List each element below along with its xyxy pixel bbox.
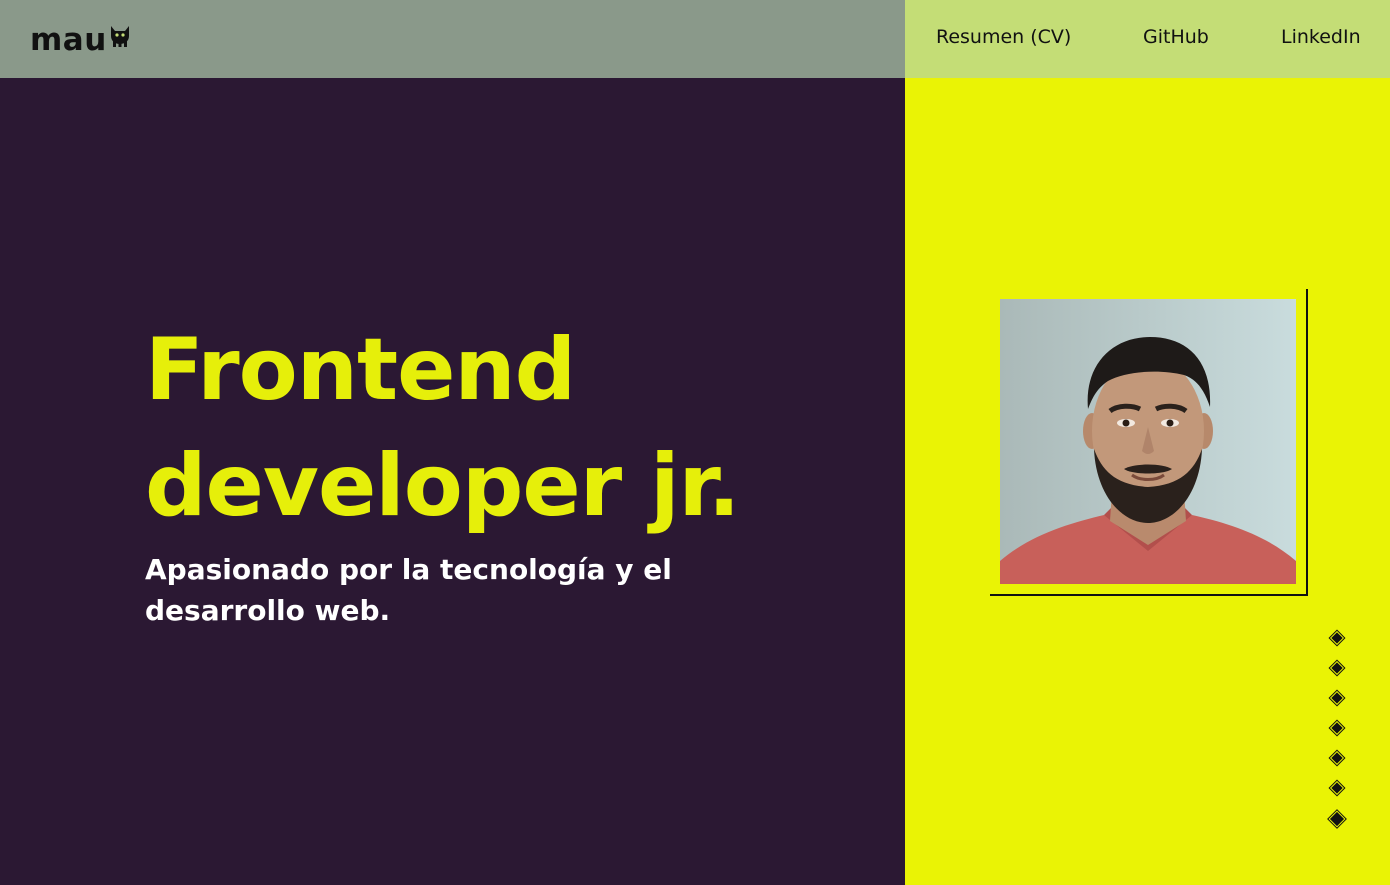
nav-link-resume[interactable]: Resumen (CV) xyxy=(936,26,1071,48)
hero-title: Frontend developer jr. xyxy=(145,320,740,536)
header-left-bar xyxy=(0,0,905,78)
cat-icon xyxy=(108,20,132,56)
nav-link-linkedin[interactable]: LinkedIn xyxy=(1281,26,1361,48)
hero-subtitle: Apasionado por la tecnología y el desarr… xyxy=(145,553,672,627)
logo-link[interactable]: mau xyxy=(30,22,132,58)
nav-link-github[interactable]: GitHub xyxy=(1143,26,1209,48)
page: mau Resumen (CV) GitHub LinkedIn Fronten… xyxy=(0,0,1390,885)
logo-text: mau xyxy=(30,22,107,58)
profile-photo xyxy=(1000,299,1296,584)
